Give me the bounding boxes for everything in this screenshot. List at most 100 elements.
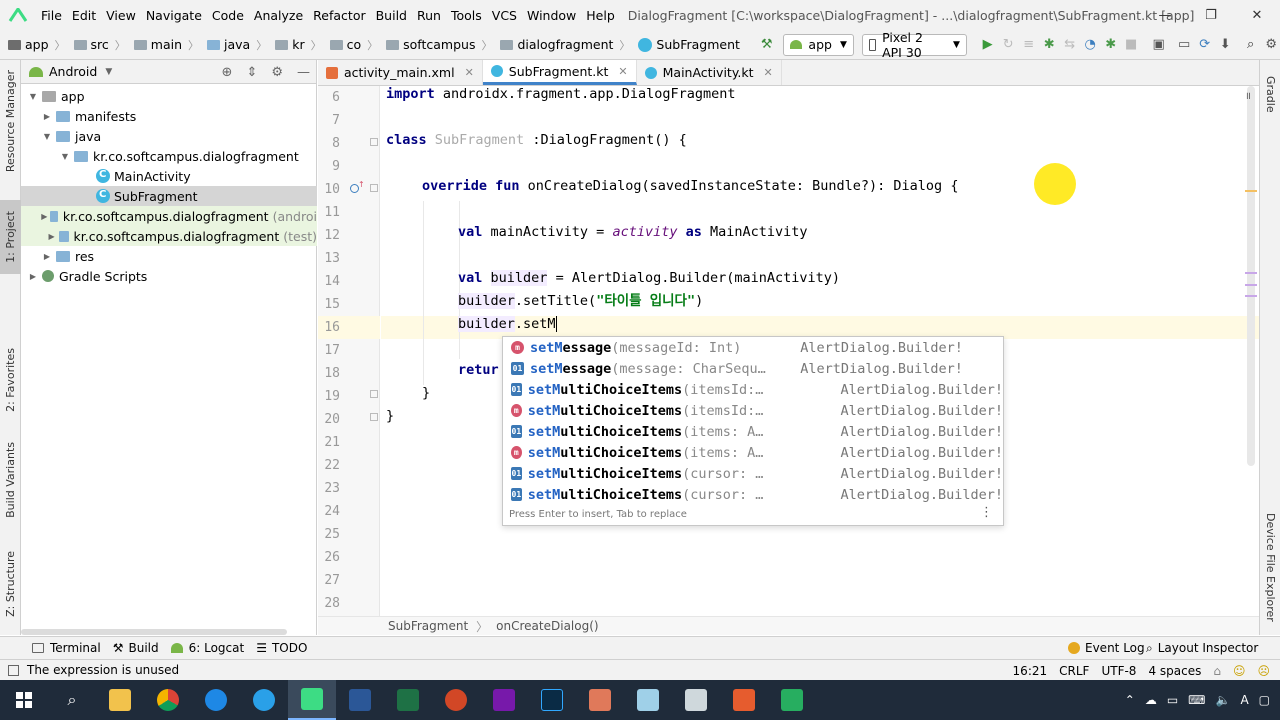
onedrive-icon[interactable]: ☁	[1145, 693, 1157, 707]
completion-item[interactable]: 01 setMultiChoiceItems (cursor: … AlertDial…	[503, 484, 1003, 505]
taskbar-ie[interactable]	[240, 680, 288, 720]
coverage-icon[interactable]: ✱	[1102, 34, 1120, 56]
locate-icon[interactable]: ⊕	[222, 65, 233, 80]
completion-item[interactable]: 01 setMultiChoiceItems (items: A… AlertDial…	[503, 421, 1003, 442]
stop-icon[interactable]: ■	[1122, 34, 1140, 56]
smile-icon[interactable]: ☺	[1233, 664, 1246, 678]
chevron-right-icon[interactable]: ▶	[41, 112, 53, 121]
vertical-scrollbar[interactable]	[1247, 86, 1255, 466]
close-icon[interactable]: ✕	[764, 66, 773, 79]
completion-item[interactable]: m setMultiChoiceItems (itemsId:… AlertDialo…	[503, 400, 1003, 421]
chevron-right-icon[interactable]: ▶	[27, 272, 39, 281]
tree-item-gradle-scripts[interactable]: ▶ Gradle Scripts	[21, 266, 317, 286]
taskbar-file-explorer[interactable]	[96, 680, 144, 720]
taskbar-word[interactable]	[336, 680, 384, 720]
more-options-icon[interactable]: ⋮	[980, 505, 993, 520]
fold-icon[interactable]	[370, 138, 378, 146]
tree-item-subfragment[interactable]: SubFragment	[21, 186, 317, 206]
menu-run[interactable]: Run	[412, 8, 446, 23]
marker-stripe[interactable]	[1245, 190, 1257, 192]
completion-item[interactable]: 01 setMultiChoiceItems (itemsId:… AlertDial…	[503, 379, 1003, 400]
todo-tab[interactable]: ☰ TODO	[256, 641, 307, 655]
device-select[interactable]: Pixel 2 API 30 ▼	[861, 30, 967, 60]
tree-item-package-test[interactable]: ▶ kr.co.softcampus.dialogfragment (test)	[21, 226, 317, 246]
marker-stripe[interactable]	[1245, 284, 1257, 286]
menu-file[interactable]: File	[36, 8, 67, 23]
tab-activity-main-xml[interactable]: activity_main.xml ✕	[318, 60, 483, 85]
ime-icon[interactable]: A	[1240, 693, 1248, 707]
rerun-icon[interactable]: ↻	[999, 34, 1017, 56]
marker-stripe[interactable]	[1245, 272, 1257, 274]
layout-inspector-tab[interactable]: ⌕ Layout Inspector	[1146, 641, 1258, 656]
tree-item-package-androidtest[interactable]: ▶ kr.co.softcampus.dialogfragment (androi	[21, 206, 317, 226]
device-file-explorer-tab[interactable]: Device File Explorer	[1260, 504, 1280, 630]
sync-gradle-icon[interactable]: ⟳	[1196, 34, 1214, 56]
tree-item-mainactivity[interactable]: MainActivity	[21, 166, 317, 186]
taskbar-powerpoint[interactable]	[432, 680, 480, 720]
chevron-up-icon[interactable]: ⌃	[1125, 693, 1135, 707]
tree-item-package[interactable]: ▼ kr.co.softcampus.dialogfragment	[21, 146, 317, 166]
build-tab[interactable]: ⚒ Build	[113, 641, 159, 655]
taskbar-photoshop[interactable]	[528, 680, 576, 720]
chevron-down-icon[interactable]: ▼	[41, 132, 53, 141]
breadcrumb-class[interactable]: SubFragment	[388, 619, 468, 633]
run-config-select[interactable]: app ▼	[783, 33, 854, 56]
caret-position[interactable]: 16:21	[1013, 664, 1048, 678]
event-log-tab[interactable]: Event Log	[1068, 641, 1145, 655]
taskbar-chrome[interactable]	[144, 680, 192, 720]
minimize-button[interactable]: —	[1142, 0, 1188, 30]
toggle-tool-windows-icon[interactable]	[8, 664, 19, 676]
fold-icon[interactable]	[370, 184, 378, 192]
completion-item[interactable]: m setMessage (messageId: Int) AlertDialog.B…	[503, 337, 1003, 358]
completion-item[interactable]: m setMultiChoiceItems (items: A… AlertDialo…	[503, 442, 1003, 463]
menu-analyze[interactable]: Analyze	[249, 8, 308, 23]
gear-icon[interactable]: ⚙	[271, 65, 283, 80]
crumb-java[interactable]: java 〉	[203, 37, 267, 53]
taskbar-app[interactable]	[768, 680, 816, 720]
chevron-right-icon[interactable]: ▶	[41, 252, 53, 261]
menu-view[interactable]: View	[101, 8, 141, 23]
frown-icon[interactable]: ☹	[1257, 664, 1270, 678]
menu-vcs[interactable]: VCS	[487, 8, 522, 23]
fold-icon[interactable]	[370, 390, 378, 398]
menu-help[interactable]: Help	[581, 8, 620, 23]
marker-stripe[interactable]	[1245, 295, 1257, 297]
project-view-select[interactable]: Android	[49, 64, 97, 79]
crumb-main[interactable]: main 〉	[130, 37, 199, 53]
close-icon[interactable]: ✕	[618, 65, 627, 78]
lock-icon[interactable]: ⌂	[1213, 664, 1221, 678]
close-button[interactable]: ✕	[1234, 0, 1280, 30]
breadcrumb-function[interactable]: onCreateDialog()	[496, 619, 598, 633]
tree-item-manifests[interactable]: ▶ manifests	[21, 106, 317, 126]
horizontal-scrollbar[interactable]	[21, 629, 287, 635]
hammer-icon[interactable]: ⚒	[758, 34, 776, 56]
chevron-down-icon[interactable]: ▼	[27, 92, 39, 101]
input-icon[interactable]: ⌨	[1188, 693, 1205, 707]
crumb-src[interactable]: src 〉	[70, 37, 126, 53]
menu-edit[interactable]: Edit	[67, 8, 101, 23]
tree-item-app[interactable]: ▼ app	[21, 86, 317, 106]
menu-build[interactable]: Build	[371, 8, 412, 23]
taskbar-android-studio[interactable]	[288, 680, 336, 720]
taskbar-app[interactable]	[624, 680, 672, 720]
build-variants-tab[interactable]: Build Variants	[0, 438, 21, 522]
attach-debugger-icon[interactable]: ⇆	[1061, 34, 1079, 56]
start-button[interactable]	[0, 680, 48, 720]
completion-item[interactable]: 01 setMultiChoiceItems (cursor: … AlertDial…	[503, 463, 1003, 484]
collapse-icon[interactable]: ⇕	[246, 65, 257, 80]
volume-icon[interactable]: 🔈	[1215, 693, 1230, 707]
menu-navigate[interactable]: Navigate	[141, 8, 207, 23]
tab-mainactivity-kt[interactable]: MainActivity.kt ✕	[637, 60, 782, 85]
chevron-down-icon[interactable]: ▼	[59, 152, 71, 161]
taskbar-excel[interactable]	[384, 680, 432, 720]
tree-item-java[interactable]: ▼ java	[21, 126, 317, 146]
search-button[interactable]: ⌕	[48, 680, 96, 720]
apply-changes-icon[interactable]: ≡	[1020, 34, 1038, 56]
taskbar-app[interactable]	[672, 680, 720, 720]
chevron-right-icon[interactable]: ▶	[41, 212, 47, 221]
close-icon[interactable]: ✕	[465, 66, 474, 79]
chevron-right-icon[interactable]: ▶	[47, 232, 55, 241]
tree-item-res[interactable]: ▶ res	[21, 246, 317, 266]
settings-icon[interactable]: ⚙	[1262, 34, 1280, 56]
structure-tab[interactable]: Z: Structure	[0, 546, 21, 622]
